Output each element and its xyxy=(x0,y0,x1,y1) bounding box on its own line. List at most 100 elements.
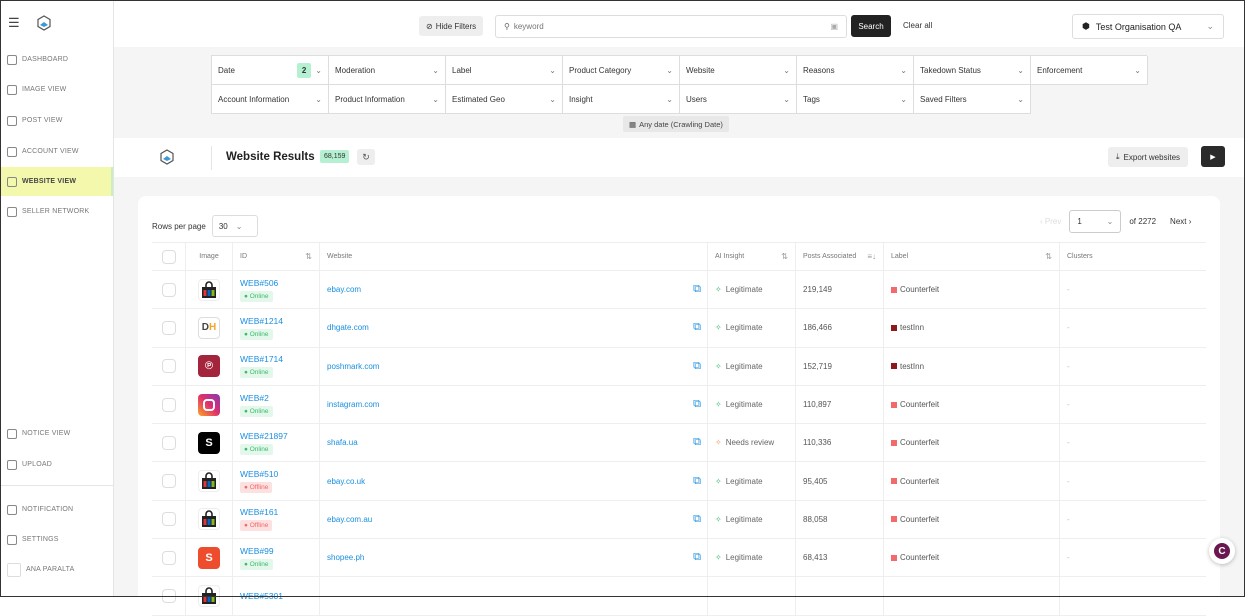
website-id-link[interactable]: WEB#1714 xyxy=(240,354,283,364)
sidebar-item-seller-network[interactable]: SELLER NETWORK xyxy=(0,197,113,226)
filter-account-information[interactable]: Account Information ⌄ xyxy=(212,85,329,114)
website-id-link[interactable]: WEB#5301 xyxy=(240,591,283,601)
filter-product-category[interactable]: Product Category ⌄ xyxy=(563,56,680,85)
sidebar-item-settings[interactable]: SETTINGS xyxy=(0,525,113,554)
search-button[interactable]: Search xyxy=(851,15,891,37)
sort-icon[interactable]: ⇅ xyxy=(1045,252,1052,261)
website-id-link[interactable]: WEB#161 xyxy=(240,507,278,517)
website-link[interactable]: shafa.ua xyxy=(327,438,358,447)
table-row[interactable]: DH WEB#1214 ● Online dhgate.com ⧉ ✧ Legitim… xyxy=(152,309,1206,348)
filter-enforcement[interactable]: Enforcement ⌄ xyxy=(1031,56,1148,85)
external-link-icon[interactable]: ⧉ xyxy=(693,360,701,373)
table-row[interactable]: S WEB#99 ● Online shopee.ph ⧉ ✧ Legitimate … xyxy=(152,539,1206,578)
hide-filters-button[interactable]: ⊘ Hide Filters xyxy=(419,16,484,36)
next-button[interactable]: Next › xyxy=(1170,217,1191,226)
sidebar-item-notification[interactable]: NOTIFICATION xyxy=(0,495,113,524)
filter-product-information[interactable]: Product Information ⌄ xyxy=(329,85,446,114)
external-link-icon[interactable]: ⧉ xyxy=(693,321,701,334)
sidebar-item-account-view[interactable]: ACCOUNT VIEW xyxy=(0,137,113,166)
play-button[interactable]: ▶ xyxy=(1201,146,1225,167)
select-all-checkbox[interactable] xyxy=(161,249,176,264)
website-link[interactable]: ebay.co.uk xyxy=(327,477,365,486)
clear-all-button[interactable]: Clear all xyxy=(903,21,932,30)
filter-saved-filters[interactable]: Saved Filters ⌄ xyxy=(914,85,1031,114)
filter-takedown-status[interactable]: Takedown Status ⌄ xyxy=(914,56,1031,85)
page-select[interactable]: 1 ⌄ xyxy=(1069,210,1122,233)
row-checkbox[interactable] xyxy=(161,550,176,565)
sidebar-item-notice-view[interactable]: NOTICE VIEW xyxy=(0,419,113,448)
table-row[interactable]: S WEB#21897 ● Online shafa.ua ⧉ ✧ Needs rev… xyxy=(152,424,1206,463)
table-row[interactable]: WEB#161 ● Offline ebay.com.au ⧉ ✧ Legitimat… xyxy=(152,500,1206,540)
external-link-icon[interactable]: ⧉ xyxy=(693,436,701,449)
column-header-posts-associated[interactable]: Posts Associated ≡↓ xyxy=(796,243,884,270)
sort-icon[interactable]: ⇅ xyxy=(781,252,788,261)
sidebar-item-ana-paralta[interactable]: ANA PARALTA xyxy=(0,555,113,584)
table-row[interactable]: ℗ WEB#1714 ● Online poshmark.com ⧉ ✧ Legiti… xyxy=(152,347,1206,386)
website-id-link[interactable]: WEB#1214 xyxy=(240,316,283,326)
organisation-select[interactable]: ⬢ Test Organisation QA ⌄ xyxy=(1072,14,1224,39)
filter-label[interactable]: Label ⌄ xyxy=(446,56,563,85)
label-cell: Counterfeit xyxy=(884,271,1060,309)
website-link[interactable]: shopee.ph xyxy=(327,553,364,562)
column-header-id[interactable]: ID ⇅ xyxy=(233,243,320,270)
refresh-button[interactable]: ↻ xyxy=(357,149,375,165)
row-checkbox[interactable] xyxy=(161,474,176,489)
app-logo[interactable] xyxy=(34,13,54,33)
prev-button[interactable]: ‹ Prev xyxy=(1040,217,1061,226)
external-link-icon[interactable]: ⧉ xyxy=(693,475,701,488)
filter-insight[interactable]: Insight ⌄ xyxy=(563,85,680,114)
posts-associated: 68,413 xyxy=(796,539,884,577)
sidebar-item-image-view[interactable]: IMAGE VIEW xyxy=(0,75,113,104)
column-header-ai-insight[interactable]: AI Insight ⇅ xyxy=(708,243,796,270)
website-id-link[interactable]: WEB#2 xyxy=(240,393,269,403)
filter-estimated-geo[interactable]: Estimated Geo ⌄ xyxy=(446,85,563,114)
website-link[interactable]: dhgate.com xyxy=(327,323,369,332)
sort-icon[interactable]: ≡↓ xyxy=(867,252,876,261)
date-range-chip[interactable]: ▦ Any date (Crawling Date) xyxy=(623,116,729,132)
website-link[interactable]: poshmark.com xyxy=(327,362,379,371)
website-link[interactable]: instagram.com xyxy=(327,400,379,409)
filter-reasons[interactable]: Reasons ⌄ xyxy=(797,56,914,85)
label-cell: Counterfeit xyxy=(884,500,1060,539)
filter-moderation[interactable]: Moderation ⌄ xyxy=(329,56,446,85)
clusters-cell: - xyxy=(1067,476,1070,486)
website-link[interactable]: ebay.com.au xyxy=(327,515,372,524)
website-id-link[interactable]: WEB#510 xyxy=(240,469,278,479)
sidebar-item-post-view[interactable]: POST VIEW xyxy=(0,106,113,135)
row-checkbox[interactable] xyxy=(161,435,176,450)
row-checkbox[interactable] xyxy=(161,282,176,297)
row-checkbox[interactable] xyxy=(161,320,176,335)
website-id-link[interactable]: WEB#21897 xyxy=(240,431,288,441)
sort-icon[interactable]: ⇅ xyxy=(305,252,312,261)
website-id-link[interactable]: WEB#506 xyxy=(240,278,278,288)
filter-users[interactable]: Users ⌄ xyxy=(680,85,797,114)
filter-date[interactable]: Date 2 ⌄ xyxy=(212,56,329,85)
sidebar-item-dashboard[interactable]: DASHBOARD xyxy=(0,45,113,74)
external-link-icon[interactable]: ⧉ xyxy=(693,283,701,296)
filter-website[interactable]: Website ⌄ xyxy=(680,56,797,85)
row-checkbox[interactable] xyxy=(161,589,176,604)
export-websites-button[interactable]: ⤓ Export websites xyxy=(1108,147,1189,167)
row-checkbox[interactable] xyxy=(161,397,176,412)
column-header-label[interactable]: Label ⇅ xyxy=(884,243,1060,270)
sidebar-item-upload[interactable]: UPLOAD xyxy=(0,450,113,479)
table-row[interactable]: WEB#510 ● Offline ebay.co.uk ⧉ ✧ Legitimate… xyxy=(152,462,1206,501)
rows-per-page-select[interactable]: 30 ⌄ xyxy=(211,215,258,237)
file-icon[interactable]: ▣ xyxy=(830,22,838,31)
column-header-website[interactable]: Website xyxy=(320,243,708,270)
external-link-icon[interactable]: ⧉ xyxy=(693,551,701,564)
filter-tags[interactable]: Tags ⌄ xyxy=(797,85,914,114)
refresh-icon: ↻ xyxy=(362,151,370,162)
external-link-icon[interactable]: ⧉ xyxy=(693,513,701,526)
row-checkbox[interactable] xyxy=(161,512,176,527)
table-row[interactable]: WEB#506 ● Online ebay.com ⧉ ✧ Legitimate 21… xyxy=(152,271,1206,310)
search-input[interactable] xyxy=(513,22,827,31)
chat-widget-button[interactable]: C xyxy=(1209,538,1235,564)
website-link[interactable]: ebay.com xyxy=(327,285,361,294)
row-checkbox[interactable] xyxy=(161,359,176,374)
website-id-link[interactable]: WEB#99 xyxy=(240,546,274,556)
sidebar-item-website-view[interactable]: WEBSITE VIEW xyxy=(0,167,113,196)
external-link-icon[interactable]: ⧉ xyxy=(693,398,701,411)
table-row[interactable]: WEB#2 ● Online instagram.com ⧉ ✧ Legitimate… xyxy=(152,385,1206,425)
menu-icon[interactable]: ☰ xyxy=(8,15,20,31)
